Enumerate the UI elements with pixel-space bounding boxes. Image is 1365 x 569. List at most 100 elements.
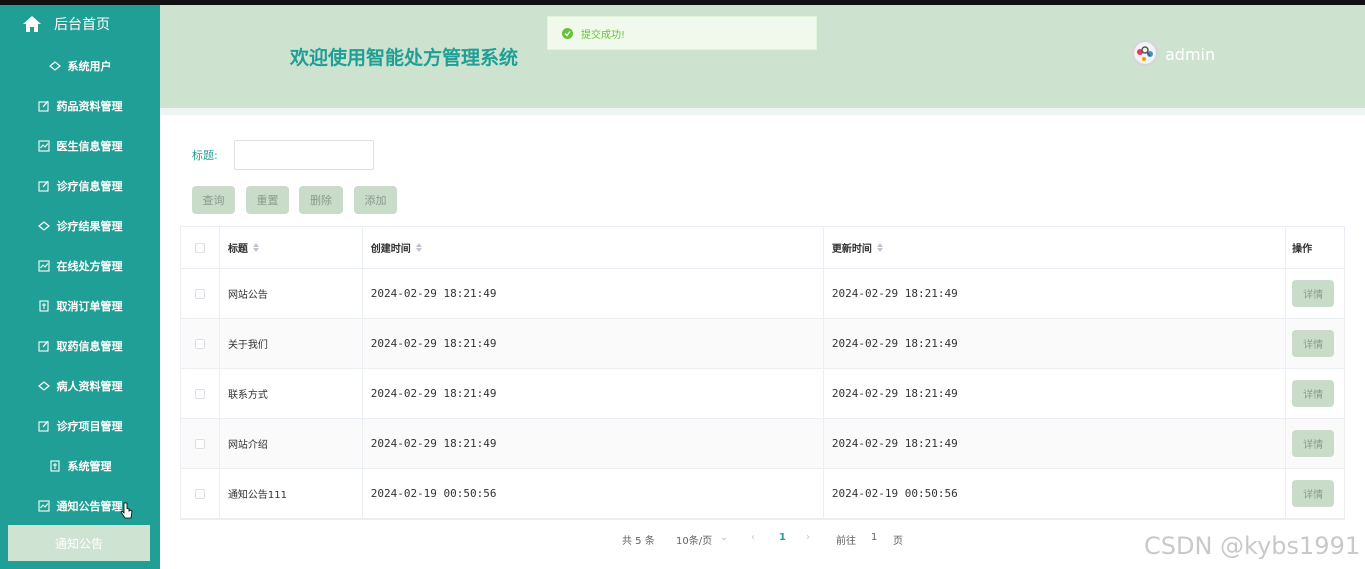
edit-icon (37, 340, 49, 352)
row-ops: 详情 (1286, 319, 1344, 368)
edit-icon (37, 180, 49, 192)
page-size-select[interactable]: 10条/页 (676, 532, 712, 547)
goto-suffix: 页 (893, 536, 903, 547)
detail-button[interactable]: 详情 (1292, 280, 1335, 307)
sidebar-item-label: 医生信息管理 (56, 140, 123, 153)
edit-icon (37, 100, 49, 112)
sidebar-item-cancel-order[interactable]: 取消订单管理 (0, 286, 160, 326)
row-check-cell (181, 269, 220, 318)
row-created: 2024-02-29 18:21:49 (363, 269, 824, 318)
check-circle-icon (562, 27, 573, 39)
sidebar-item-label: 在线处方管理 (56, 260, 123, 273)
sidebar-item-system-users[interactable]: 系统用户 (0, 46, 160, 86)
row-checkbox[interactable] (194, 388, 205, 399)
sidebar-item-pickup-info[interactable]: 取药信息管理 (0, 326, 160, 366)
username[interactable]: admin (1165, 45, 1215, 64)
detail-button[interactable]: 详情 (1292, 480, 1335, 507)
table-row: 通知公告111 2024-02-19 00:50:56 2024-02-19 0… (181, 469, 1344, 519)
row-updated: 2024-02-29 18:21:49 (824, 269, 1287, 318)
sidebar-item-notice-management[interactable]: 通知公告管理 (0, 486, 160, 526)
header-updated[interactable]: 更新时间 (824, 227, 1287, 268)
sidebar-item-diagnosis-result[interactable]: 诊疗结果管理 (0, 206, 160, 246)
row-title: 网站公告 (220, 269, 363, 318)
select-all-checkbox[interactable] (194, 242, 205, 253)
header-divider (160, 108, 1365, 115)
header-created-label: 创建时间 (370, 244, 411, 255)
table-row: 联系方式 2024-02-29 18:21:49 2024-02-29 18:2… (181, 369, 1344, 419)
sidebar-home[interactable]: 后台首页 (0, 5, 160, 43)
sidebar-item-diagnosis-project[interactable]: 诊疗项目管理 (0, 406, 160, 446)
avatar-icon (1135, 43, 1155, 63)
prev-page-icon[interactable]: ‹ (751, 532, 755, 543)
select-all-cell (181, 227, 220, 268)
document-icon (49, 460, 60, 472)
goto-input[interactable]: 1 (871, 532, 877, 543)
row-created: 2024-02-29 18:21:49 (363, 319, 824, 368)
table-row: 网站公告 2024-02-29 18:21:49 2024-02-29 18:2… (181, 269, 1344, 319)
pagination-total: 共 5 条 (622, 536, 655, 547)
add-button[interactable]: 添加 (354, 186, 397, 214)
chart-icon (37, 260, 50, 272)
toast-message: 提交成功! (581, 29, 626, 41)
row-checkbox[interactable] (194, 338, 205, 349)
reset-button[interactable]: 重置 (246, 186, 289, 214)
delete-button[interactable]: 删除 (299, 186, 343, 214)
row-title: 联系方式 (220, 369, 363, 418)
page-number-current[interactable]: 1 (779, 532, 786, 543)
table-row: 网站介绍 2024-02-29 18:21:49 2024-02-29 18:2… (181, 419, 1344, 469)
header-title[interactable]: 标题 (220, 227, 363, 268)
row-checkbox[interactable] (194, 488, 205, 499)
sidebar-item-doctor-info[interactable]: 医生信息管理 (0, 126, 160, 166)
header-created[interactable]: 创建时间 (363, 227, 824, 268)
detail-button[interactable]: 详情 (1292, 380, 1335, 407)
row-updated: 2024-02-29 18:21:49 (824, 369, 1287, 418)
sidebar-item-label: 诊疗结果管理 (56, 220, 123, 233)
row-check-cell (181, 369, 220, 418)
row-ops: 详情 (1286, 269, 1344, 318)
row-title: 通知公告111 (220, 469, 363, 518)
search-title-label: 标题: (192, 149, 218, 162)
chart-icon (37, 500, 50, 512)
search-title-input[interactable] (234, 140, 374, 170)
sidebar-item-label: 病人资料管理 (56, 380, 123, 393)
sidebar-item-drug-info[interactable]: 药品资料管理 (0, 86, 160, 126)
row-ops: 详情 (1286, 369, 1344, 418)
table-header-row: 标题 创建时间 更新时间 操作 (181, 227, 1344, 269)
row-updated: 2024-02-29 18:21:49 (824, 419, 1287, 468)
page-title: 欢迎使用智能处方管理系统 (290, 47, 519, 69)
row-ops: 详情 (1286, 469, 1344, 518)
sidebar-home-label: 后台首页 (54, 17, 110, 33)
sidebar-item-system-management[interactable]: 系统管理 (0, 446, 160, 486)
home-icon (23, 16, 41, 32)
edit-icon (37, 420, 49, 432)
sort-icon[interactable] (415, 243, 422, 252)
sidebar-item-label: 取消订单管理 (56, 300, 123, 313)
row-updated: 2024-02-29 18:21:49 (824, 319, 1287, 368)
sidebar-item-label: 系统用户 (67, 60, 112, 73)
chart-icon (37, 140, 50, 152)
mouse-pointer-icon (120, 502, 133, 519)
row-created: 2024-02-29 18:21:49 (363, 369, 824, 418)
detail-button[interactable]: 详情 (1292, 430, 1335, 457)
sidebar-item-online-prescription[interactable]: 在线处方管理 (0, 246, 160, 286)
sidebar-item-label: 通知公告管理 (56, 500, 123, 513)
sidebar-item-label: 系统管理 (67, 460, 112, 473)
avatar[interactable] (1132, 40, 1158, 66)
row-checkbox[interactable] (194, 288, 205, 299)
diamond-icon (37, 381, 50, 391)
row-checkbox[interactable] (194, 438, 205, 449)
watermark: CSDN @kybs1991 (1144, 532, 1361, 560)
chevron-down-icon[interactable]: ⌄ (720, 532, 728, 543)
query-button[interactable]: 查询 (192, 186, 235, 214)
row-check-cell (181, 319, 220, 368)
sort-icon[interactable] (252, 243, 259, 252)
sidebar-item-label: 诊疗信息管理 (56, 180, 123, 193)
header-updated-label: 更新时间 (831, 244, 872, 255)
sort-icon[interactable] (876, 243, 883, 252)
detail-button[interactable]: 详情 (1292, 330, 1335, 357)
sidebar-item-diagnosis-info[interactable]: 诊疗信息管理 (0, 166, 160, 206)
document-icon (38, 300, 49, 312)
next-page-icon[interactable]: › (806, 532, 810, 543)
row-created: 2024-02-19 00:50:56 (363, 469, 824, 518)
sidebar-item-patient-info[interactable]: 病人资料管理 (0, 366, 160, 406)
